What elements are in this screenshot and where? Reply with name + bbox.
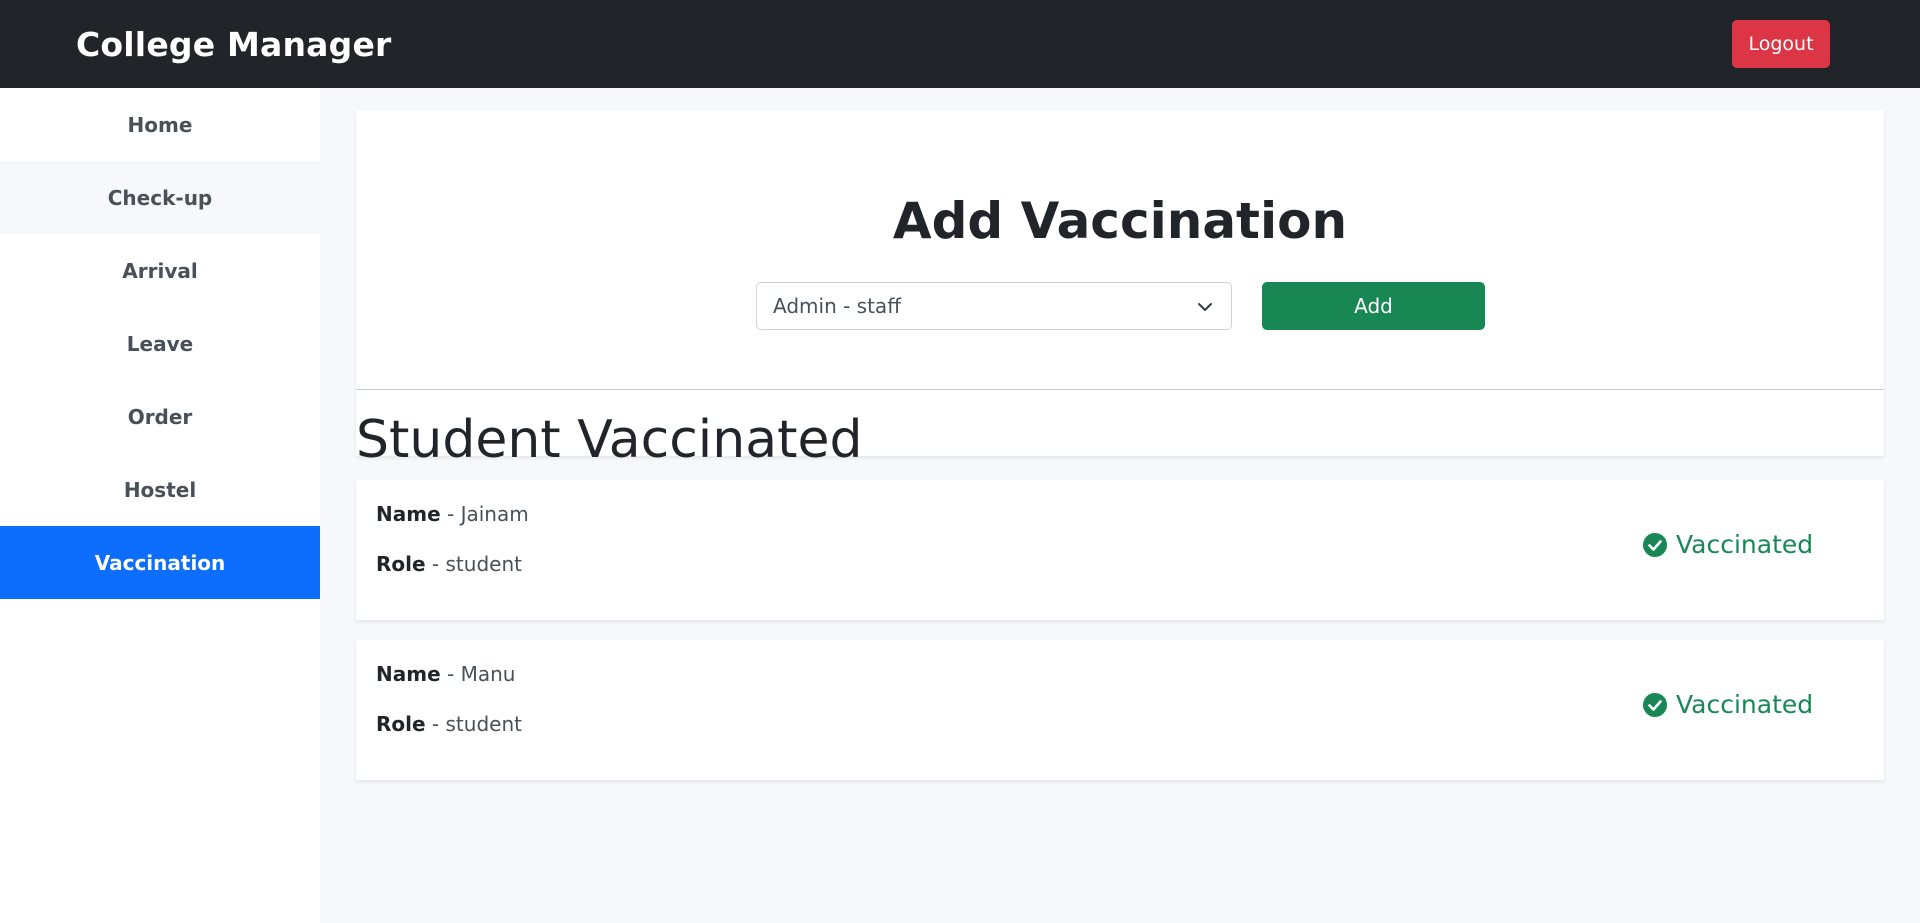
check-circle-icon [1643,692,1667,717]
add-vaccination-card: Add Vaccination Admin - staff Add [356,110,1884,456]
role-value: student [445,712,522,736]
add-vaccination-title: Add Vaccination [892,192,1348,250]
name-label: Name [376,662,441,686]
sidebar-item-hostel[interactable]: Hostel [0,453,320,526]
sidebar-item-home[interactable]: Home [0,88,320,161]
name-line: Name - Manu [376,662,516,686]
top-navbar: College Manager Logout [0,0,1920,88]
role-value: student [445,552,522,576]
sidebar: Home Check-up Arrival Leave Order Hostel… [0,88,320,923]
app-brand[interactable]: College Manager [76,25,392,64]
check-circle-icon [1643,532,1667,557]
role-line: Role - student [376,552,522,576]
sidebar-item-check-up[interactable]: Check-up [0,161,320,234]
status-text: Vaccinated [1676,530,1814,559]
name-line: Name - Jainam [376,502,529,526]
sidebar-item-vaccination[interactable]: Vaccination [0,526,320,599]
logout-button[interactable]: Logout [1732,20,1830,68]
sidebar-item-order[interactable]: Order [0,380,320,453]
person-select[interactable]: Admin - staff [756,282,1232,330]
sidebar-item-leave[interactable]: Leave [0,307,320,380]
vaccinated-status: Vaccinated [1642,530,1813,559]
status-text: Vaccinated [1676,690,1814,719]
main-content: Add Vaccination Admin - staff Add Studen… [356,88,1884,923]
name-label: Name [376,502,441,526]
role-label: Role [376,552,426,576]
role-label: Role [376,712,426,736]
vaccinated-status: Vaccinated [1642,690,1813,719]
name-value: Manu [460,662,516,686]
student-vaccinated-title: Student Vaccinated [356,410,863,470]
vaccinated-card: Name - Manu Role - student Vaccinated [356,640,1884,780]
divider [356,389,1884,390]
chevron-down-icon [1198,303,1212,311]
name-value: Jainam [460,502,529,526]
sidebar-item-arrival[interactable]: Arrival [0,234,320,307]
person-select-value: Admin - staff [773,294,901,318]
add-button[interactable]: Add [1262,282,1485,330]
role-line: Role - student [376,712,522,736]
vaccinated-card: Name - Jainam Role - student Vaccinated [356,480,1884,620]
